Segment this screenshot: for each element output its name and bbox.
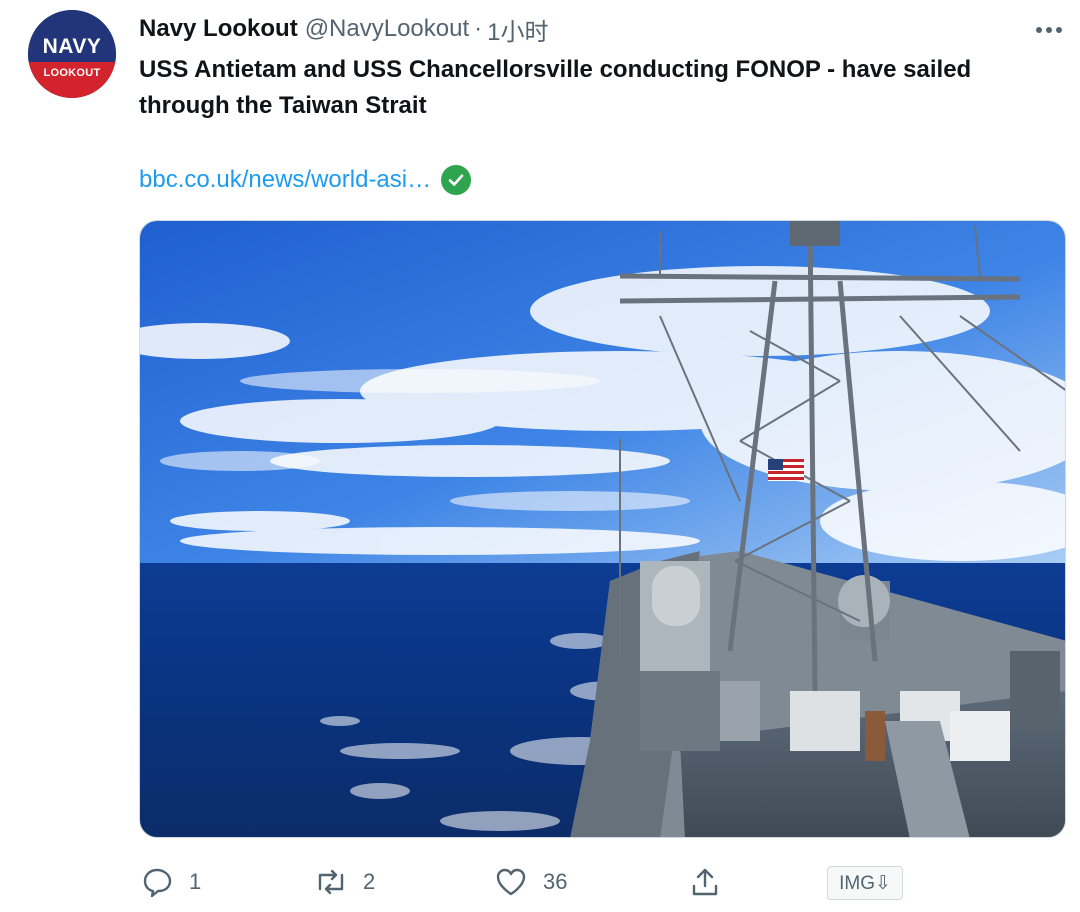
link-line: bbc.co.uk/news/world-asi… (139, 162, 472, 198)
timestamp[interactable]: 1小时 (487, 12, 548, 47)
tweet-header: Navy Lookout @NavyLookout · 1小时 (139, 12, 549, 47)
retweet-count: 2 (363, 869, 376, 894)
flag (768, 459, 804, 481)
verified-check-icon (441, 165, 472, 195)
image-download-button[interactable]: IMG⇩ (827, 866, 903, 900)
reply-count: 1 (189, 869, 202, 894)
like-button[interactable]: 36 (493, 862, 567, 902)
tweet: NAVY LOOKOUT Navy Lookout @NavyLookout ·… (0, 0, 1080, 912)
share-button[interactable] (687, 862, 723, 902)
tweet-photo[interactable] (139, 220, 1066, 838)
reply-button[interactable]: 1 (139, 862, 201, 902)
action-bar: 1 2 36 IMG⇩ (139, 862, 1039, 906)
share-icon (687, 864, 723, 900)
retweet-icon (313, 864, 349, 900)
retweet-button[interactable]: 2 (313, 862, 375, 902)
author-handle[interactable]: @NavyLookout (305, 15, 469, 43)
reply-icon (139, 864, 175, 900)
more-icon[interactable] (1032, 18, 1066, 42)
tweet-link[interactable]: bbc.co.uk/news/world-asi… (139, 166, 431, 194)
like-count: 36 (543, 869, 568, 894)
avatar[interactable]: NAVY LOOKOUT (28, 10, 116, 98)
avatar-navy-text: NAVY (42, 35, 102, 58)
tweet-text: USS Antietam and USS Chancellorsville co… (139, 56, 972, 119)
ship-photo (140, 221, 1065, 837)
author-name[interactable]: Navy Lookout (139, 15, 298, 43)
avatar-lookout-text: LOOKOUT (43, 67, 101, 79)
separator: · (474, 15, 483, 42)
like-icon (493, 864, 529, 900)
